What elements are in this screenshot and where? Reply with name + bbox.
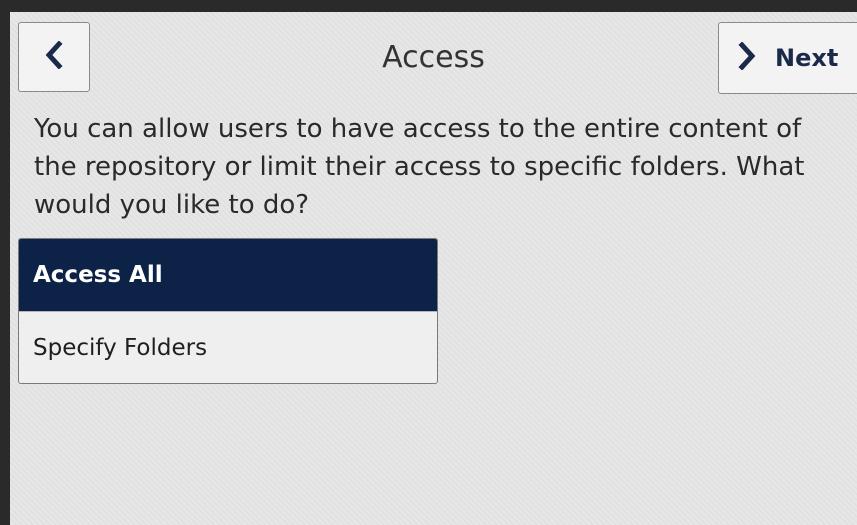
option-label: Specify Folders [33,334,208,361]
option-specify-folders[interactable]: Specify Folders [19,311,437,383]
access-options-list: Access All Specify Folders [18,238,438,384]
access-screen: Access Next You can allow users to have … [10,12,857,525]
chevron-left-icon [44,40,64,73]
prompt-text: You can allow users to have access to th… [34,114,805,220]
chevron-right-icon [737,41,757,74]
option-access-all[interactable]: Access All [19,239,437,311]
option-label: Access All [33,262,163,288]
back-button[interactable] [18,22,90,92]
next-button[interactable]: Next [718,22,857,94]
next-button-label: Next [775,44,839,72]
